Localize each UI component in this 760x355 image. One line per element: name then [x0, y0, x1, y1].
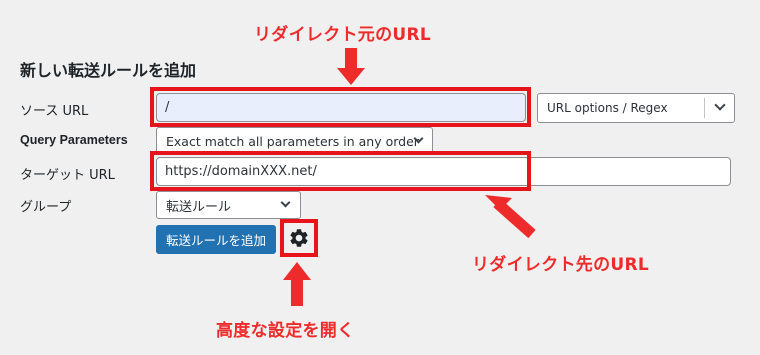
- group-label: グループ: [20, 200, 72, 215]
- arrow-up-icon: [283, 262, 311, 306]
- annotation-source-url: リダイレクト元のURL: [254, 25, 432, 45]
- query-parameters-label: Query Parameters: [20, 133, 128, 147]
- select-divider: [704, 98, 705, 118]
- source-url-highlight-box: [150, 87, 531, 127]
- chevron-down-icon: [714, 99, 726, 111]
- add-rule-button[interactable]: 転送ルールを追加: [156, 225, 276, 254]
- group-value: 転送ルール: [166, 199, 232, 215]
- gear-icon[interactable]: [288, 227, 310, 249]
- source-url-label: ソース URL: [20, 104, 89, 119]
- page-title: 新しい転送ルールを追加: [20, 61, 197, 80]
- url-options-value: URL options / Regex: [547, 101, 668, 115]
- target-url-highlight-box: [150, 151, 531, 191]
- arrow-diagonal-icon: [485, 195, 536, 239]
- chevron-down-icon: [280, 197, 291, 208]
- annotation-target-url: リダイレクト先のURL: [472, 255, 650, 275]
- query-parameters-value: Exact match all parameters in any order: [166, 133, 419, 149]
- annotation-advanced: 高度な設定を開く: [216, 321, 355, 341]
- url-options-select[interactable]: URL options / Regex: [537, 93, 735, 123]
- target-url-label: ターゲット URL: [20, 168, 115, 183]
- group-select[interactable]: 転送ルール: [156, 191, 301, 219]
- arrow-down-icon: [337, 48, 365, 85]
